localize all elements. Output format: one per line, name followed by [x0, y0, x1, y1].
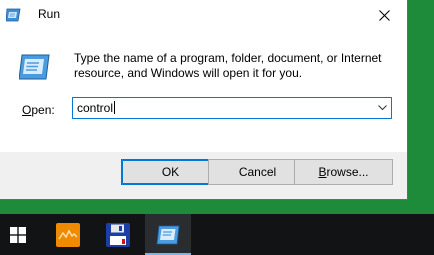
open-label-rest: pen: [31, 103, 55, 117]
close-button[interactable] [361, 0, 407, 31]
floppy-disk-icon [106, 222, 130, 247]
prompt-text: Type the name of a program, folder, docu… [74, 51, 382, 80]
run-icon [6, 8, 21, 22]
run-program-icon [19, 54, 50, 80]
ok-button[interactable]: OK [121, 159, 220, 185]
dialog-title: Run [38, 7, 61, 21]
windows-start-icon [10, 226, 26, 243]
open-combobox[interactable]: control [72, 97, 392, 119]
taskbar-save-app[interactable] [97, 214, 139, 255]
chevron-down-icon [377, 105, 387, 111]
dialog-body: Type the name of a program, folder, docu… [0, 31, 407, 152]
browse-button[interactable]: Browse... [294, 159, 393, 185]
text-caret [114, 101, 116, 114]
run-icon [156, 225, 180, 244]
dropdown-button[interactable] [373, 98, 391, 118]
taskbar-app-orange[interactable] [48, 214, 88, 255]
browse-access-key: B [318, 165, 327, 179]
open-label: Open: [22, 103, 55, 117]
open-input[interactable]: control [77, 101, 116, 115]
taskbar [0, 214, 434, 255]
close-icon [378, 10, 390, 21]
app-orange-icon [56, 222, 80, 247]
taskbar-run[interactable] [145, 214, 191, 255]
title-bar[interactable]: Run [0, 0, 407, 31]
open-input-value: control [77, 101, 114, 115]
browse-label-rest: rowse... [326, 165, 369, 179]
cancel-button[interactable]: Cancel [208, 159, 307, 185]
start-button[interactable] [0, 214, 36, 255]
open-label-access-key: O [22, 103, 32, 117]
run-dialog: Run Type the name of a program, folder, … [0, 0, 408, 200]
